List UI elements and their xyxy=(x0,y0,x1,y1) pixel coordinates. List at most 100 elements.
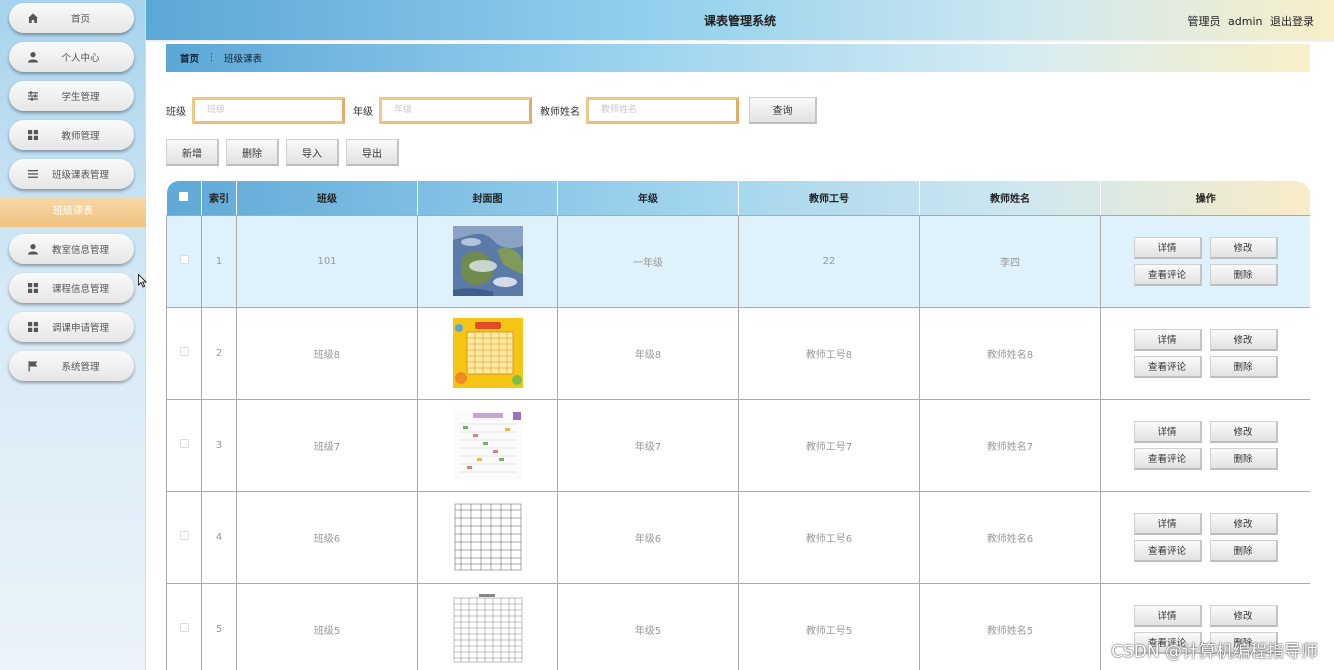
sidebar-item-teachers[interactable]: 教师管理 xyxy=(9,120,134,150)
row-teacher-name: 教师姓名6 xyxy=(919,490,1101,584)
row-checkbox[interactable] xyxy=(179,255,189,264)
user-area: 管理员 admin 退出登录 xyxy=(1184,13,1314,29)
row-teacher-name: 李四 xyxy=(919,214,1101,308)
sidebar-item-classrooms[interactable]: 教室信息管理 xyxy=(9,234,134,264)
row-grade: 一年级 xyxy=(557,214,739,308)
header-teacher-name: 教师姓名 xyxy=(919,181,1101,216)
header-class: 班级 xyxy=(236,181,418,216)
row-index: 2 xyxy=(201,306,237,400)
row-class: 班级8 xyxy=(236,306,418,400)
grid-icon xyxy=(27,282,39,294)
detail-button[interactable]: 详情 xyxy=(1133,604,1202,627)
edit-button[interactable]: 修改 xyxy=(1209,236,1278,259)
cover-image-colorful-timetable[interactable] xyxy=(452,410,523,480)
sidebar-item-schedule-change[interactable]: 调课申请管理 xyxy=(9,312,134,342)
row-class: 班级6 xyxy=(236,490,418,584)
import-button[interactable]: 导入 xyxy=(286,139,339,166)
row-cover-cell xyxy=(417,398,558,492)
delete-button[interactable]: 删除 xyxy=(1209,263,1278,286)
row-cover-cell xyxy=(417,490,558,584)
flag-icon xyxy=(27,360,39,372)
app-title: 课表管理系统 xyxy=(703,14,776,28)
header-operations: 操作 xyxy=(1100,181,1310,216)
row-teacher-id: 22 xyxy=(738,214,920,308)
sidebar-item-class-timetable[interactable]: 班级课表管理 xyxy=(9,159,134,189)
view-comments-button[interactable]: 查看评论 xyxy=(1133,263,1202,286)
class-search-input[interactable] xyxy=(192,96,345,124)
mouse-cursor-icon xyxy=(138,274,147,288)
view-comments-button[interactable]: 查看评论 xyxy=(1133,355,1202,378)
table-row[interactable]: 1 101 一年级 22 李四 详情 修改 查看评论 删除 xyxy=(166,214,1310,308)
row-teacher-name: 教师姓名8 xyxy=(919,306,1101,400)
delete-button[interactable]: 删除 xyxy=(1209,355,1278,378)
view-comments-button[interactable]: 查看评论 xyxy=(1133,447,1202,470)
class-filter-label: 班级 xyxy=(166,106,186,118)
sidebar-item-students[interactable]: 学生管理 xyxy=(9,81,134,111)
edit-button[interactable]: 修改 xyxy=(1209,512,1278,535)
table-row[interactable]: 2 班级8 年级8 教师工号8 教师姓名8 详情 修改 查看评论 删除 xyxy=(166,306,1310,400)
sidebar-subitem-class-timetable[interactable]: 班级课表 xyxy=(0,197,146,227)
sidebar-item-home[interactable]: 首页 xyxy=(9,3,134,33)
row-operations: 详情 修改 查看评论 删除 xyxy=(1100,398,1310,492)
row-index: 4 xyxy=(201,490,237,584)
sidebar-item-system[interactable]: 系统管理 xyxy=(9,351,134,381)
edit-button[interactable]: 修改 xyxy=(1209,604,1278,627)
bulk-delete-button[interactable]: 删除 xyxy=(226,139,279,166)
action-toolbar: 新增 删除 导入 导出 xyxy=(166,139,406,166)
teacher-filter-label: 教师姓名 xyxy=(540,106,580,118)
view-comments-button[interactable]: 查看评论 xyxy=(1133,539,1202,562)
cover-image-yellow-timetable[interactable] xyxy=(452,318,523,388)
cover-image-grid-timetable[interactable] xyxy=(452,502,523,572)
detail-button[interactable]: 详情 xyxy=(1133,512,1202,535)
row-index: 5 xyxy=(201,582,237,670)
row-checkbox[interactable] xyxy=(179,439,189,448)
row-class: 班级7 xyxy=(236,398,418,492)
teacher-name-search-input[interactable] xyxy=(586,96,739,124)
edit-button[interactable]: 修改 xyxy=(1209,420,1278,443)
row-cover-cell xyxy=(417,214,558,308)
row-select-cell xyxy=(166,490,202,584)
detail-button[interactable]: 详情 xyxy=(1133,236,1202,259)
top-header: 课表管理系统 管理员 admin 退出登录 xyxy=(146,0,1334,40)
select-all-checkbox[interactable] xyxy=(179,191,189,201)
row-class: 班级5 xyxy=(236,582,418,670)
row-cover-cell xyxy=(417,582,558,670)
search-bar: 班级 年级 教师姓名 查询 xyxy=(166,96,817,124)
edit-button[interactable]: 修改 xyxy=(1209,328,1278,351)
cover-image-weather-map[interactable] xyxy=(452,226,523,296)
header-index: 索引 xyxy=(201,181,237,216)
row-select-cell xyxy=(166,582,202,670)
table-row[interactable]: 4 班级6 年级6 教师工号6 教师姓名6 详情 修改 查看评论 删除 xyxy=(166,490,1310,584)
row-teacher-id: 教师工号6 xyxy=(738,490,920,584)
grade-search-input[interactable] xyxy=(379,96,532,124)
sliders-icon xyxy=(27,90,39,102)
username: admin xyxy=(1228,15,1263,28)
delete-button[interactable]: 删除 xyxy=(1209,539,1278,562)
table-row[interactable]: 3 班级7 年级7 教师工号7 教师姓名7 详情 修改 查看评论 删除 xyxy=(166,398,1310,492)
sidebar-item-courses[interactable]: 课程信息管理 xyxy=(9,273,134,303)
breadcrumb-home[interactable]: 首页 xyxy=(180,51,199,65)
person-icon xyxy=(27,243,39,255)
row-checkbox[interactable] xyxy=(179,623,189,632)
row-checkbox[interactable] xyxy=(179,347,189,356)
detail-button[interactable]: 详情 xyxy=(1133,328,1202,351)
logout-link[interactable]: 退出登录 xyxy=(1270,15,1314,28)
row-teacher-name: 教师姓名7 xyxy=(919,398,1101,492)
add-button[interactable]: 新增 xyxy=(166,139,219,166)
list-icon xyxy=(27,168,39,180)
row-checkbox[interactable] xyxy=(179,531,189,540)
watermark: CSDN @计算机编程指导师 xyxy=(1111,642,1318,662)
detail-button[interactable]: 详情 xyxy=(1133,420,1202,443)
grid-icon xyxy=(27,321,39,333)
user-role: 管理员 xyxy=(1187,15,1221,28)
cover-image-dense-timetable[interactable] xyxy=(452,594,523,664)
row-operations: 详情 修改 查看评论 删除 xyxy=(1100,214,1310,308)
delete-button[interactable]: 删除 xyxy=(1209,447,1278,470)
row-index: 1 xyxy=(201,214,237,308)
export-button[interactable]: 导出 xyxy=(346,139,399,166)
sidebar-item-profile[interactable]: 个人中心 xyxy=(9,42,134,72)
header-grade: 年级 xyxy=(557,181,739,216)
row-teacher-id: 教师工号8 xyxy=(738,306,920,400)
row-teacher-id: 教师工号7 xyxy=(738,398,920,492)
query-button[interactable]: 查询 xyxy=(749,96,817,124)
